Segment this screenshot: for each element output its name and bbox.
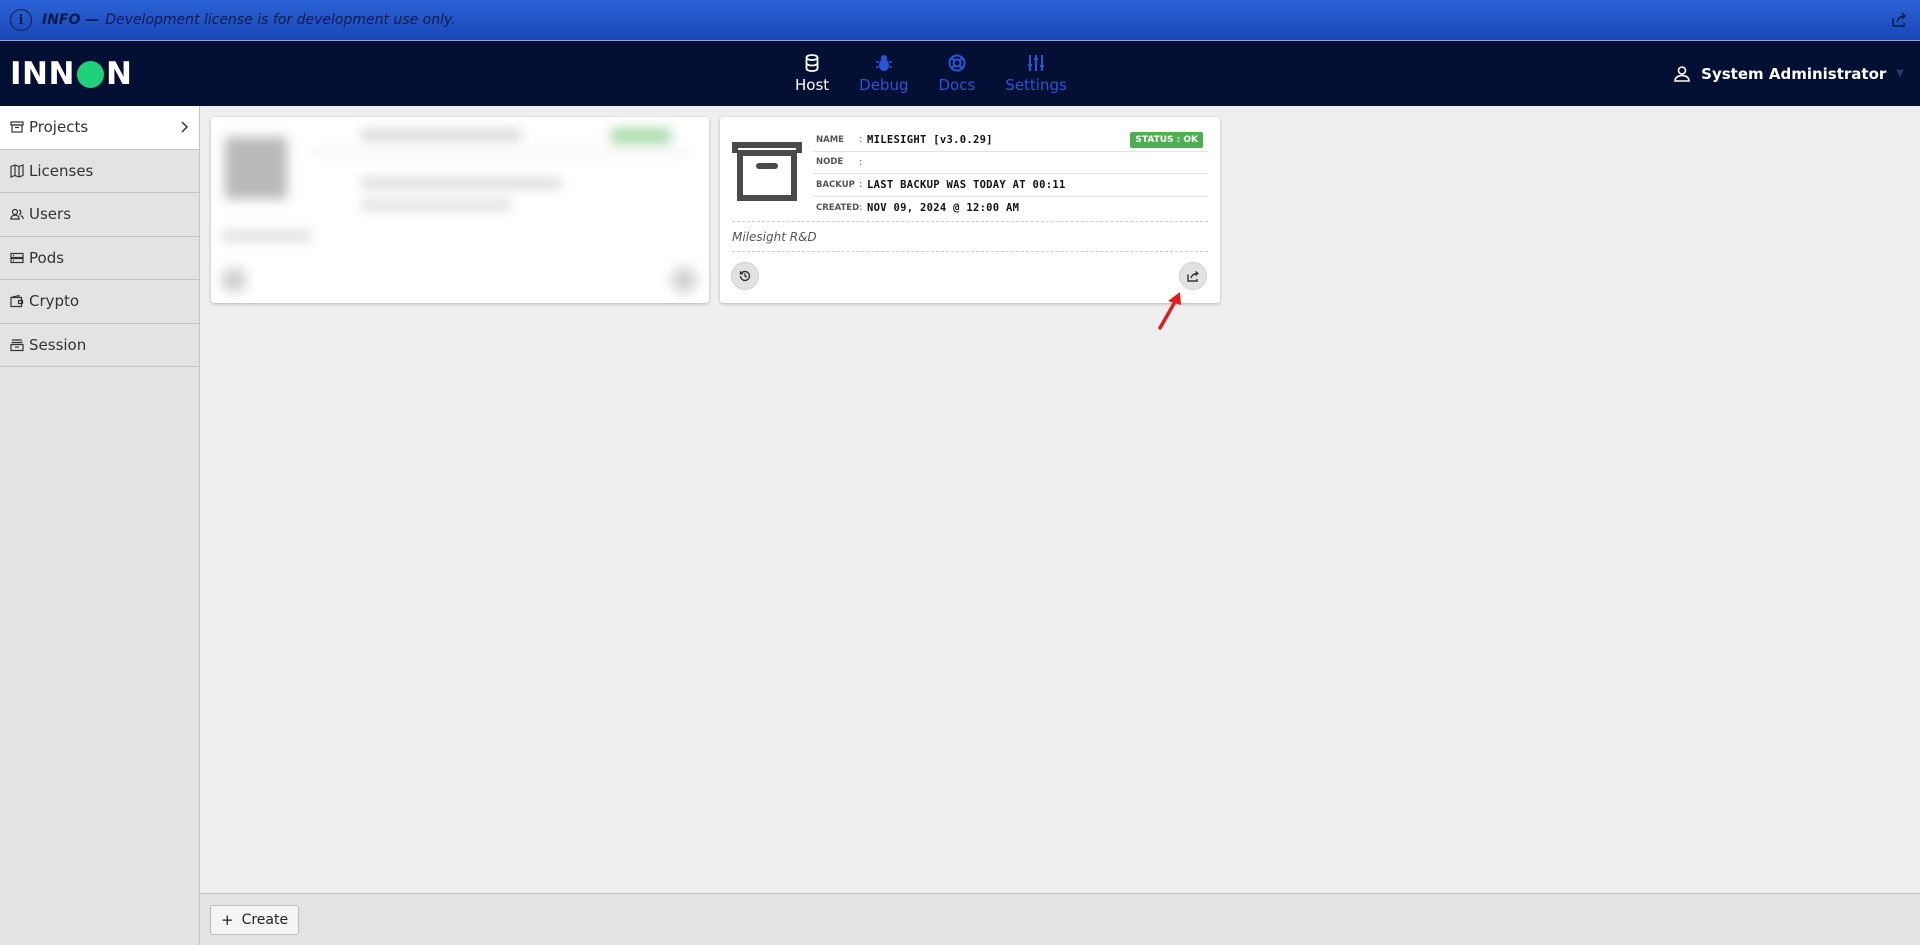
nav-host[interactable]: Host — [780, 41, 844, 106]
sidebar: Projects Licenses Users Pods Crypto Sess… — [0, 106, 200, 945]
user-menu[interactable]: System Administrator ▼ — [1673, 41, 1904, 106]
stack-icon — [10, 339, 24, 351]
project-backup: LAST BACKUP WAS TODAY AT 00:11 — [867, 178, 1066, 191]
sidebar-item-licenses[interactable]: Licenses — [0, 150, 199, 193]
project-description: Milesight R&D — [732, 221, 1208, 252]
info-icon: i — [10, 9, 32, 31]
field-label: NAME — [816, 134, 844, 145]
user-icon — [1674, 65, 1690, 82]
sidebar-item-session[interactable]: Session — [0, 324, 199, 367]
wallet-icon — [10, 294, 24, 308]
sidebar-item-label: Crypto — [29, 292, 80, 311]
sidebar-item-label: Pods — [29, 248, 65, 267]
chevron-down-icon: ▼ — [1896, 68, 1904, 79]
history-icon — [739, 270, 751, 282]
status-badge: STATUS : OK — [1130, 132, 1203, 148]
history-button[interactable] — [731, 262, 759, 290]
banner-message: Development license is for development u… — [105, 12, 456, 28]
logo-circle — [76, 60, 104, 88]
archive-icon — [10, 121, 24, 133]
info-row-created: CREATED : NOV 09, 2024 @ 12:00 AM — [813, 197, 1208, 220]
top-navbar: INN N Host Debug Docs Settings System Ad… — [0, 41, 1920, 106]
nav-settings-label: Settings — [1005, 76, 1067, 94]
nav-docs-label: Docs — [938, 76, 976, 94]
sidebar-item-projects[interactable]: Projects — [0, 106, 199, 150]
sidebar-item-label: Session — [29, 335, 87, 354]
info-row-node: NODE : — [813, 152, 1208, 174]
create-label: Create — [241, 912, 289, 928]
database-icon — [805, 54, 819, 72]
plus-icon: + — [221, 911, 234, 929]
innon-logo[interactable]: INN N — [10, 56, 132, 92]
field-label: BACKUP — [816, 179, 855, 190]
footer-toolbar: + Create — [200, 893, 1920, 945]
nav-settings[interactable]: Settings — [990, 41, 1082, 106]
main-nav: Host Debug Docs Settings — [780, 41, 1082, 106]
field-label: NODE — [816, 157, 844, 168]
users-icon — [10, 209, 24, 220]
sidebar-item-crypto[interactable]: Crypto — [0, 280, 199, 324]
info-banner: i INFO — Development license is for deve… — [0, 0, 1920, 41]
project-card: NAME : MILESIGHT [v3.0.29] NODE : BACKUP… — [720, 117, 1220, 303]
project-created: NOV 09, 2024 @ 12:00 AM — [867, 201, 1020, 214]
sidebar-item-pods[interactable]: Pods — [0, 237, 199, 280]
logo-text-left: INN — [10, 56, 75, 92]
nav-host-label: Host — [795, 76, 830, 94]
server-icon — [10, 252, 24, 263]
info-row-backup: BACKUP : LAST BACKUP WAS TODAY AT 00:11 — [813, 174, 1208, 197]
share-icon[interactable] — [1890, 11, 1908, 29]
project-name: MILESIGHT [v3.0.29] — [867, 133, 993, 146]
archive-box-icon — [732, 142, 802, 201]
nav-debug[interactable]: Debug — [844, 41, 923, 106]
user-name: System Administrator — [1701, 64, 1887, 83]
nav-docs[interactable]: Docs — [924, 41, 991, 106]
logo-text-right: N — [105, 56, 133, 92]
redacted-content — [211, 117, 709, 303]
create-button[interactable]: + Create — [210, 905, 300, 935]
sliders-icon — [1028, 55, 1045, 71]
chevron-right-icon — [181, 121, 189, 133]
nav-debug-label: Debug — [859, 76, 909, 94]
red-arrow-annotation — [1158, 292, 1181, 330]
map-icon — [10, 163, 24, 178]
sidebar-item-label: Projects — [29, 118, 89, 137]
export-button[interactable] — [1179, 262, 1207, 290]
sidebar-item-label: Users — [29, 205, 72, 224]
lifebuoy-icon — [948, 54, 966, 72]
project-card-redacted — [211, 117, 709, 303]
sidebar-item-label: Licenses — [29, 161, 94, 180]
bug-icon — [875, 55, 892, 71]
sidebar-item-users[interactable]: Users — [0, 193, 199, 237]
field-label: CREATED — [816, 202, 860, 213]
share-icon — [1187, 270, 1199, 282]
banner-title: INFO — — [42, 12, 100, 28]
